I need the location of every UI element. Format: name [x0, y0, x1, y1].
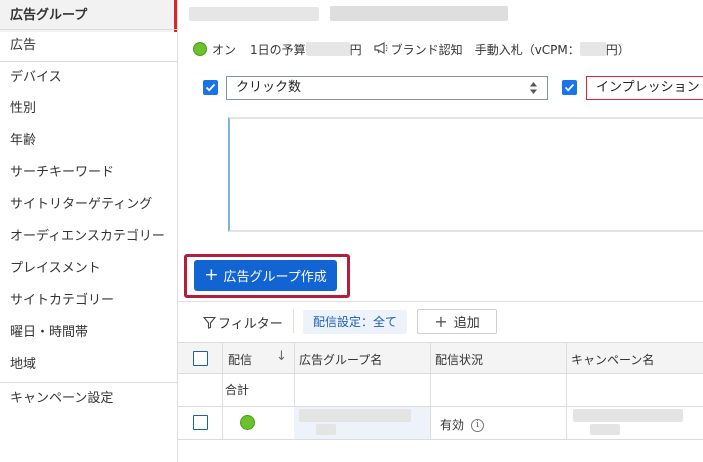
- performance-chart: [228, 117, 703, 232]
- sidebar-item-gender[interactable]: 性別: [0, 93, 177, 125]
- sort-down-icon[interactable]: ↓: [276, 349, 287, 364]
- bidding-label: 手動入札（vCPM：: [474, 42, 580, 57]
- column-divider: [430, 342, 431, 440]
- redacted-text: [590, 424, 620, 435]
- toolbar-divider: [293, 309, 294, 333]
- filter-label: フィルター: [218, 317, 283, 332]
- plus-icon: +: [434, 312, 448, 331]
- delivery-status-cell: 有効 i: [440, 416, 485, 433]
- delivery-setting-filter-chip[interactable]: 配信設定：全て: [303, 310, 407, 334]
- metric2-select[interactable]: インプレッション: [586, 76, 703, 100]
- metric2-value: インプレッション: [596, 80, 700, 95]
- select-all-checkbox[interactable]: [193, 351, 208, 366]
- add-label: 追加: [453, 316, 480, 331]
- megaphone-icon: [374, 41, 388, 57]
- budget-unit: 円: [349, 42, 362, 57]
- redacted-text: [305, 42, 350, 56]
- total-row-label: 合計: [225, 383, 250, 397]
- select-arrows-icon: [530, 82, 537, 94]
- divider: [178, 301, 703, 302]
- bidding-unit: 円）: [605, 42, 630, 57]
- sidebar-item-ad[interactable]: 広告: [0, 29, 177, 61]
- metric2-checkbox[interactable]: [562, 80, 577, 95]
- filter-icon: [203, 316, 216, 329]
- budget-label: 1日の予算: [250, 42, 306, 57]
- create-ad-group-label: 広告グループ作成: [223, 270, 327, 285]
- create-ad-group-button[interactable]: + 広告グループ作成: [194, 260, 337, 291]
- row-divider: [178, 406, 703, 407]
- column-header-delivery-status[interactable]: 配信状況: [435, 351, 483, 368]
- redacted-text: [579, 42, 606, 56]
- redacted-text: [299, 409, 411, 422]
- column-divider: [222, 342, 223, 440]
- delivery-on-icon[interactable]: [240, 415, 255, 430]
- row-divider: [178, 439, 703, 440]
- sidebar-item-site-retargeting[interactable]: サイトリターゲティング: [0, 189, 177, 221]
- column-header-campaign-name[interactable]: キャンペーン名: [571, 351, 654, 368]
- metric1-value: クリック数: [236, 80, 302, 95]
- sidebar: 広告グループ 広告 デバイス 性別 年齢 サーチキーワード サイトリターゲティン…: [0, 0, 178, 462]
- row-checkbox[interactable]: [193, 415, 208, 430]
- metric1-select[interactable]: クリック数: [226, 76, 548, 100]
- redacted-text: [316, 424, 336, 435]
- column-divider: [566, 342, 567, 440]
- sidebar-item-device[interactable]: デバイス: [0, 61, 177, 93]
- status-on-icon: [193, 42, 207, 56]
- info-icon[interactable]: i: [471, 419, 485, 432]
- sidebar-item-age[interactable]: 年齢: [0, 125, 177, 157]
- redacted-text: [189, 7, 319, 21]
- redacted-text: [330, 6, 508, 21]
- sidebar-item-search-keyword[interactable]: サーチキーワード: [0, 157, 177, 189]
- plus-icon: +: [204, 265, 219, 285]
- sidebar-item-day-time[interactable]: 曜日・時間帯: [0, 317, 177, 349]
- column-header-delivery[interactable]: 配信: [228, 351, 252, 368]
- column-header-ad-group-name[interactable]: 広告グループ名: [299, 351, 382, 368]
- sidebar-item-audience-category[interactable]: オーディエンスカテゴリー: [0, 221, 177, 253]
- filter-button[interactable]: フィルター: [203, 313, 283, 332]
- objective-label: ブランド認知: [390, 42, 463, 57]
- redacted-text: [573, 409, 683, 422]
- sidebar-item-site-category[interactable]: サイトカテゴリー: [0, 285, 177, 317]
- sidebar-item-ad-group[interactable]: 広告グループ: [0, 0, 177, 32]
- sidebar-item-region[interactable]: 地域: [0, 349, 177, 381]
- add-button[interactable]: + 追加: [417, 309, 497, 334]
- metric1-checkbox[interactable]: [203, 80, 218, 95]
- delivery-status-value: 有効: [440, 418, 465, 432]
- campaign-status-row: オン 1日の予算 円 ブランド認知 手動入札（vCPM： 円）: [193, 40, 630, 58]
- sidebar-item-campaign-settings[interactable]: キャンペーン設定: [0, 382, 177, 414]
- status-state: オン: [212, 42, 237, 57]
- sidebar-item-placement[interactable]: プレイスメント: [0, 253, 177, 285]
